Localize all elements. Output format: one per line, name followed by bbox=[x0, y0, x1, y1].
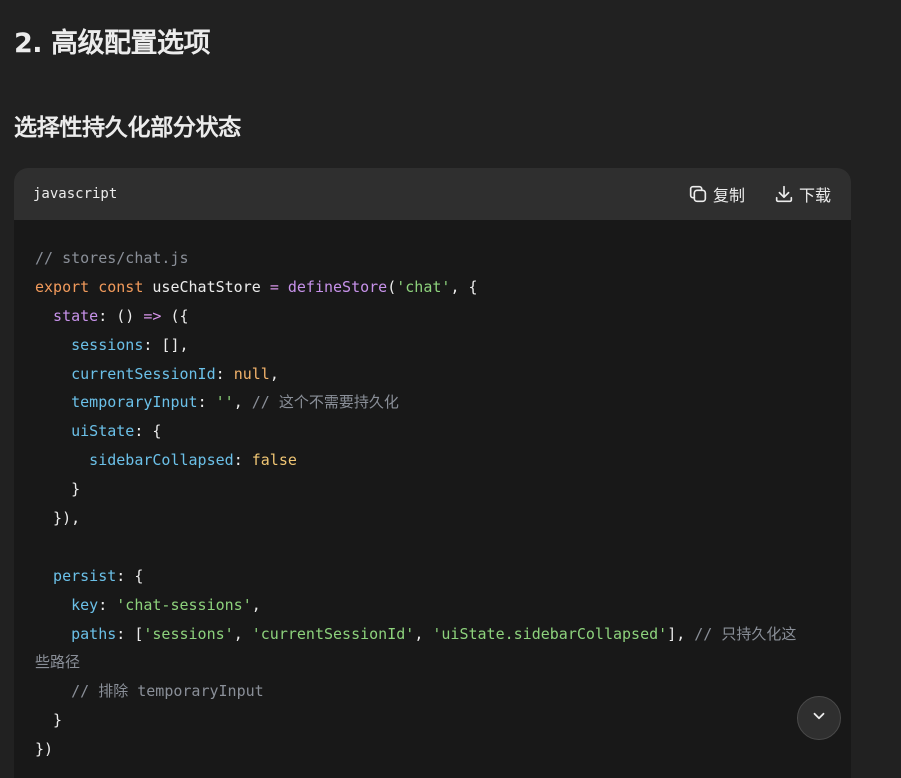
code-line: currentSessionId: null, bbox=[35, 360, 831, 389]
code-content: // stores/chat.js export const useChatSto… bbox=[14, 220, 851, 764]
code-token: 'sessions' bbox=[143, 624, 234, 643]
code-token: : bbox=[233, 451, 252, 470]
code-actions: 复制 下载 bbox=[687, 182, 831, 206]
code-token: = bbox=[269, 277, 279, 296]
code-token: useChatStore bbox=[143, 277, 270, 296]
code-line: } bbox=[35, 475, 831, 504]
code-token: : () bbox=[98, 306, 144, 325]
code-token: temporaryInput bbox=[35, 393, 198, 412]
code-token: , bbox=[233, 393, 252, 412]
code-line: export const useChatStore = defineStore(… bbox=[35, 273, 831, 302]
code-token: ({ bbox=[161, 306, 189, 325]
code-block-header: javascript 复制 下载 bbox=[14, 168, 851, 220]
code-line: }) bbox=[35, 735, 831, 764]
code-token: state bbox=[35, 306, 99, 325]
scroll-down-button[interactable] bbox=[797, 696, 841, 740]
code-token: false bbox=[251, 451, 297, 470]
code-token: : bbox=[98, 595, 117, 614]
code-token: 'currentSessionId' bbox=[251, 624, 415, 643]
code-token: sessions bbox=[35, 335, 144, 354]
download-button[interactable]: 下载 bbox=[773, 182, 831, 206]
code-token: : bbox=[215, 364, 234, 383]
download-label: 下载 bbox=[798, 186, 831, 205]
code-token: : { bbox=[134, 422, 162, 441]
code-token: // 只持久化这 bbox=[694, 624, 797, 643]
code-token: : { bbox=[116, 566, 144, 585]
code-token: ], bbox=[667, 624, 695, 643]
code-token: sidebarCollapsed bbox=[35, 451, 234, 470]
code-line: sessions: [], bbox=[35, 331, 831, 360]
code-line: }), bbox=[35, 504, 831, 533]
chevron-down-icon bbox=[810, 707, 828, 729]
code-line: // 排除 temporaryInput bbox=[35, 677, 831, 706]
code-line: persist: { bbox=[35, 562, 831, 591]
code-line: state: () => ({ bbox=[35, 302, 831, 331]
code-token: => bbox=[143, 306, 162, 325]
code-token: }) bbox=[35, 740, 54, 759]
code-token: : [ bbox=[116, 624, 144, 643]
copy-label: 复制 bbox=[712, 186, 745, 205]
code-token: // stores/chat.js bbox=[35, 249, 189, 267]
code-token: 些路径 bbox=[35, 653, 81, 672]
code-token: 'uiState.sidebarCollapsed' bbox=[432, 624, 668, 643]
subsection-heading: 选择性持久化部分状态 bbox=[14, 115, 242, 141]
code-token: : bbox=[197, 393, 216, 412]
code-token: paths bbox=[35, 624, 117, 643]
code-token: }), bbox=[35, 509, 81, 528]
code-token: defineStore bbox=[287, 277, 388, 296]
code-line: temporaryInput: '', // 这个不需要持久化 bbox=[35, 388, 831, 417]
code-language-label: javascript bbox=[33, 186, 118, 202]
code-token: // 排除 temporaryInput bbox=[35, 682, 264, 701]
code-token: 'chat-sessions' bbox=[116, 595, 252, 614]
code-token: : [], bbox=[143, 335, 189, 354]
section-heading: 2. 高级配置选项 bbox=[14, 28, 210, 59]
code-token: key bbox=[35, 595, 99, 614]
copy-icon bbox=[687, 183, 709, 205]
download-icon bbox=[773, 183, 795, 205]
code-token: , bbox=[233, 624, 252, 643]
code-token: , bbox=[251, 595, 261, 614]
code-token: , { bbox=[450, 277, 478, 296]
code-token: 'chat' bbox=[396, 277, 451, 296]
code-line: uiState: { bbox=[35, 417, 831, 446]
code-token: uiState bbox=[35, 422, 135, 441]
code-token: currentSessionId bbox=[35, 364, 216, 383]
code-token: , bbox=[414, 624, 433, 643]
code-token: '' bbox=[215, 393, 234, 412]
code-token: } bbox=[35, 480, 81, 499]
code-token: export bbox=[35, 277, 90, 296]
code-token: null bbox=[233, 364, 270, 383]
code-line: 些路径 bbox=[35, 648, 831, 677]
code-line: } bbox=[35, 706, 831, 735]
code-token: } bbox=[35, 711, 63, 730]
code-token: const bbox=[98, 277, 144, 296]
code-token: persist bbox=[35, 566, 117, 585]
code-line: paths: ['sessions', 'currentSessionId', … bbox=[35, 620, 831, 649]
code-line: key: 'chat-sessions', bbox=[35, 591, 831, 620]
code-token: , bbox=[269, 364, 279, 383]
code-block: javascript 复制 下载 // stores/chat.js expor… bbox=[14, 168, 851, 778]
code-token: // 这个不需要持久化 bbox=[251, 393, 399, 412]
code-token: ( bbox=[387, 277, 397, 296]
code-line: sidebarCollapsed: false bbox=[35, 446, 831, 475]
code-line: // stores/chat.js bbox=[35, 244, 831, 273]
copy-button[interactable]: 复制 bbox=[687, 182, 745, 206]
